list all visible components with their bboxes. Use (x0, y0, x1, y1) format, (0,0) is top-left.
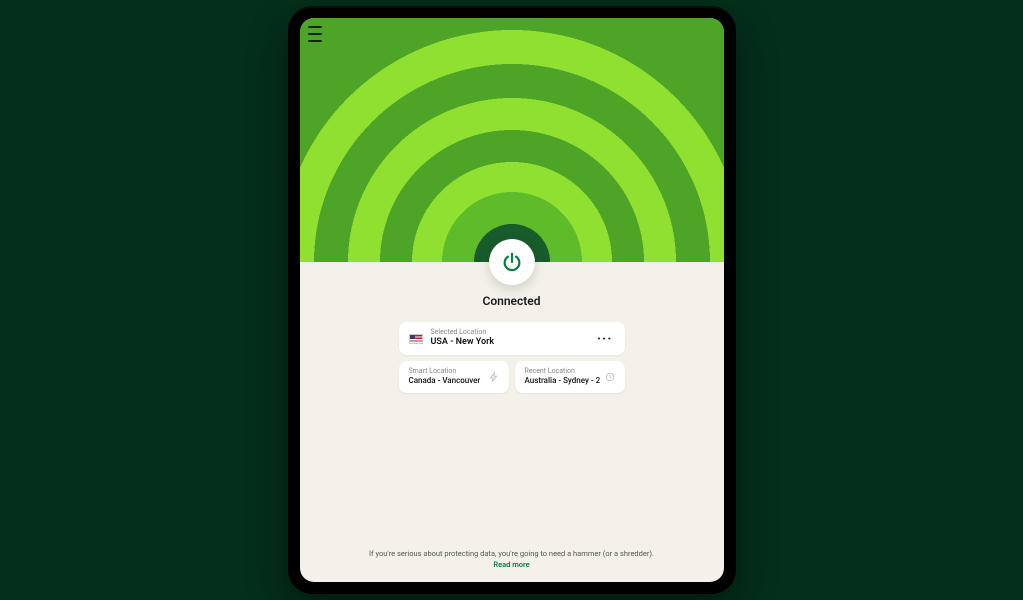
connection-status: Connected (300, 294, 724, 308)
smart-location-value: Canada - Vancouver (409, 376, 481, 386)
power-button[interactable] (489, 239, 535, 285)
app-screen: Connected Selected Location USA - New Yo… (300, 18, 724, 582)
bolt-icon (489, 372, 499, 382)
selected-location-value: USA - New York (431, 337, 587, 349)
hero-section (300, 18, 724, 262)
recent-location-label: Recent Location (525, 368, 601, 376)
selected-location-card[interactable]: Selected Location USA - New York ··· (399, 322, 625, 355)
clock-icon (605, 372, 615, 382)
power-icon (501, 251, 523, 273)
recent-location-card[interactable]: Recent Location Australia - Sydney - 2 (515, 361, 625, 393)
smart-location-label: Smart Location (409, 368, 481, 376)
recent-location-value: Australia - Sydney - 2 (525, 376, 601, 386)
location-cards: Selected Location USA - New York ··· Sma… (399, 322, 625, 393)
read-more-link[interactable]: Read more (340, 560, 684, 570)
flag-icon (409, 334, 423, 344)
smart-location-card[interactable]: Smart Location Canada - Vancouver (399, 361, 509, 393)
menu-button[interactable] (308, 26, 328, 42)
menu-icon (308, 26, 322, 28)
tablet-frame: Connected Selected Location USA - New Yo… (288, 6, 736, 594)
more-button[interactable]: ··· (595, 331, 615, 347)
footer-text: If you're serious about protecting data,… (369, 549, 654, 558)
footer-tip: If you're serious about protecting data,… (300, 549, 724, 582)
selected-location-label: Selected Location (431, 329, 587, 337)
